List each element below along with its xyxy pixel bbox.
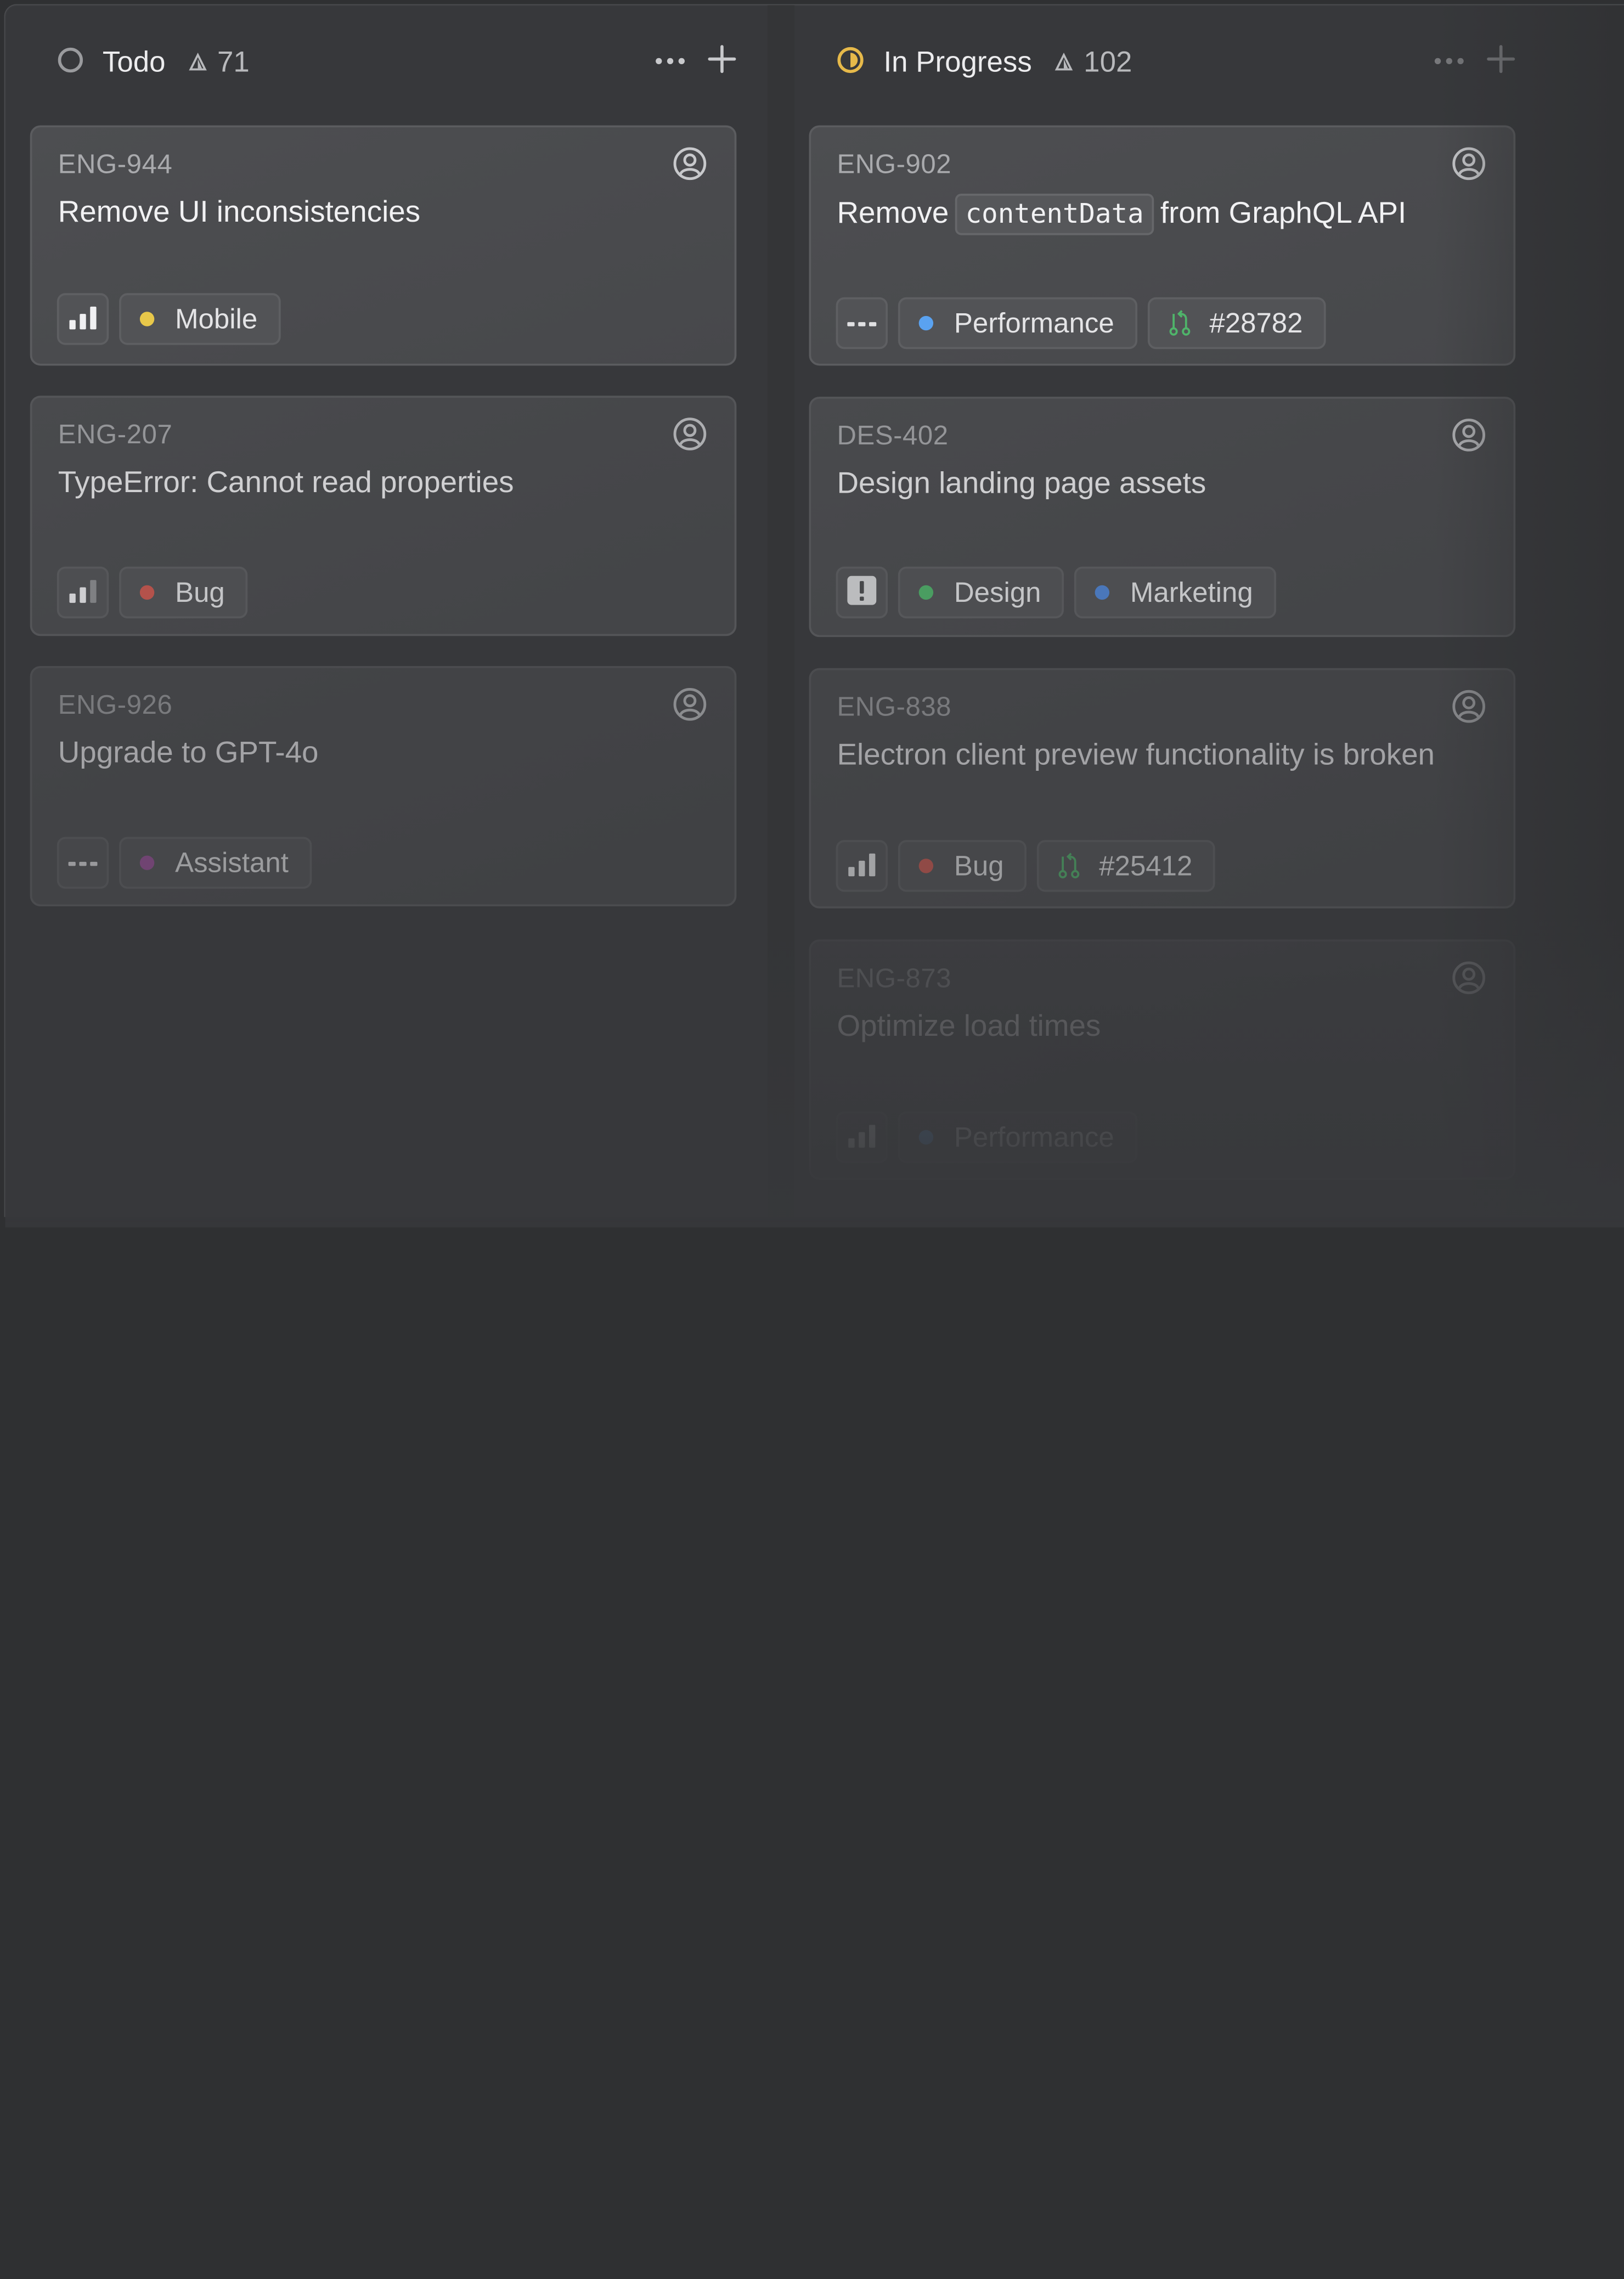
priority-button[interactable] — [57, 837, 109, 889]
issue-card[interactable]: ENG-207 TypeError: Cannot read propertie… — [30, 396, 737, 636]
triangle-icon — [1055, 46, 1084, 78]
signal-bars-icon — [67, 303, 99, 335]
label-text: Performance — [954, 1121, 1114, 1153]
column-more-button[interactable] — [650, 41, 691, 82]
priority-button[interactable] — [836, 566, 888, 619]
issue-id: DES-402 — [837, 419, 949, 451]
label-color-dot — [918, 859, 934, 873]
no-priority-icon — [846, 314, 877, 332]
pull-request-number: #25412 — [1099, 850, 1193, 881]
label-chip[interactable]: Design — [898, 566, 1064, 619]
pull-request-number: #28782 — [1209, 307, 1303, 339]
label-text: Bug — [175, 576, 225, 608]
issue-card[interactable]: ENG-902 Remove contentData from GraphQL AP… — [809, 125, 1516, 366]
signal-bars-icon — [846, 850, 877, 882]
column-header-in-progress: In Progress 102 — [836, 28, 1132, 97]
label-chip[interactable]: Marketing — [1074, 566, 1276, 619]
label-color-dot — [1095, 585, 1110, 600]
label-chip[interactable]: Bug — [119, 566, 248, 619]
column-title: Todo — [102, 46, 166, 78]
issue-id: ENG-838 — [837, 691, 952, 722]
pull-request-icon — [1168, 310, 1191, 337]
label-color-dot — [918, 1130, 934, 1145]
issue-id: ENG-902 — [837, 148, 952, 179]
pull-request-icon — [1058, 853, 1081, 879]
column-count: 102 — [1084, 46, 1132, 78]
priority-button[interactable] — [836, 297, 888, 349]
column-add-button[interactable] — [1480, 41, 1522, 82]
issue-title: Optimize load times — [837, 1009, 1101, 1043]
plus-icon — [708, 44, 737, 78]
issue-title: Remove contentData from GraphQL API — [837, 194, 1472, 235]
label-color-dot — [918, 315, 934, 331]
issue-id: ENG-944 — [58, 148, 173, 179]
issue-id: ENG-873 — [837, 962, 952, 994]
column-divider — [768, 5, 795, 1217]
label-chip[interactable]: Mobile — [119, 293, 280, 345]
label-color-dot — [139, 855, 155, 870]
column-add-button[interactable] — [701, 41, 743, 82]
issue-card[interactable]: ENG-926 Upgrade to GPT-4o Assistant — [30, 665, 737, 906]
label-color-dot — [139, 585, 155, 600]
label-text: Performance — [954, 307, 1114, 339]
issue-title: Upgrade to GPT-4o — [58, 736, 319, 770]
ellipsis-icon — [1434, 52, 1465, 70]
issue-card[interactable]: ENG-873 Optimize load times Performance — [809, 939, 1516, 1180]
issue-card[interactable]: ENG-838 Electron client preview function… — [809, 668, 1516, 909]
issue-id: ENG-926 — [58, 689, 173, 720]
half-circle-icon — [836, 45, 865, 79]
label-color-dot — [139, 312, 155, 326]
label-chip[interactable]: Bug — [898, 840, 1027, 892]
plus-icon — [1486, 44, 1515, 78]
column-title: In Progress — [883, 46, 1032, 78]
issue-title-before: Remove — [837, 196, 949, 230]
pull-request-chip[interactable]: #28782 — [1147, 297, 1326, 349]
priority-button[interactable] — [57, 566, 109, 619]
user-avatar-icon[interactable] — [1451, 960, 1486, 995]
issue-title: TypeError: Cannot read properties — [58, 466, 514, 500]
issue-card[interactable]: ENG-944 Remove UI inconsistencies Mobile — [30, 125, 737, 366]
user-avatar-icon[interactable] — [1451, 146, 1486, 181]
triangle-icon — [188, 46, 217, 78]
priority-button[interactable] — [836, 1111, 888, 1164]
signal-bars-icon — [67, 577, 99, 609]
label-chip[interactable]: Performance — [898, 1111, 1137, 1164]
label-text: Assistant — [175, 847, 289, 878]
column-count: 71 — [217, 46, 250, 78]
inline-code: contentData — [955, 194, 1154, 235]
ellipsis-icon — [655, 52, 686, 70]
user-avatar-icon[interactable] — [672, 416, 707, 452]
user-avatar-icon[interactable] — [1451, 418, 1486, 453]
user-avatar-icon[interactable] — [1451, 689, 1486, 724]
signal-bars-icon — [846, 1121, 877, 1154]
priority-button[interactable] — [836, 840, 888, 892]
label-color-dot — [918, 585, 934, 600]
column-header-todo: Todo 71 — [57, 28, 250, 97]
issue-id: ENG-207 — [58, 418, 173, 450]
issue-card[interactable]: DES-402 Design landing page assets Desig… — [809, 397, 1516, 638]
issue-title: Electron client preview functionality is… — [837, 738, 1435, 772]
priority-button[interactable] — [57, 293, 109, 345]
label-text: Mobile — [175, 303, 258, 334]
issue-title: Remove UI inconsistencies — [58, 195, 421, 229]
column-more-button[interactable] — [1429, 41, 1470, 82]
kanban-board: Todo 71 In Progress 102 ENG-944 Remove U… — [4, 4, 1624, 1228]
todo-status-icon — [57, 46, 84, 78]
label-text: Design — [954, 576, 1041, 608]
urgent-icon — [846, 574, 877, 611]
user-avatar-icon[interactable] — [672, 146, 707, 181]
issue-title-after: from GraphQL API — [1160, 196, 1407, 230]
issue-title: Design landing page assets — [837, 467, 1206, 500]
pull-request-chip[interactable]: #25412 — [1036, 840, 1215, 892]
label-text: Marketing — [1130, 576, 1253, 608]
label-chip[interactable]: Performance — [898, 297, 1137, 349]
label-chip[interactable]: Assistant — [119, 837, 312, 889]
no-priority-icon — [67, 854, 99, 872]
user-avatar-icon[interactable] — [672, 687, 707, 722]
label-text: Bug — [954, 850, 1004, 881]
